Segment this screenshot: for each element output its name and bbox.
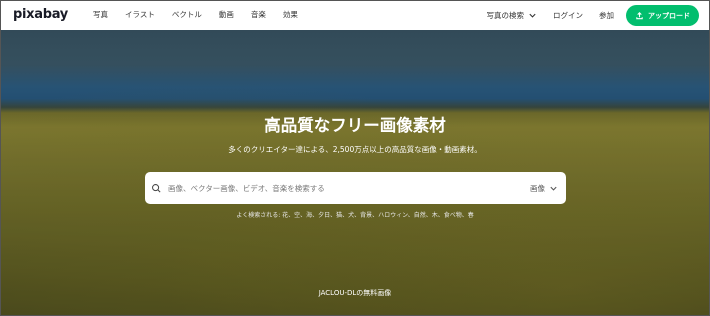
search-icon (152, 183, 161, 193)
login-link[interactable]: ログイン (553, 10, 583, 21)
join-link[interactable]: 参加 (599, 10, 614, 21)
search-bar: 画像 (145, 172, 566, 204)
hero-banner: 高品質なフリー画像素材 多くのクリエイター達による、2,500万点以上の高品質な… (1, 30, 709, 315)
image-credit[interactable]: JACLOU-DLの無料画像 (1, 288, 709, 298)
chevron-down-icon (550, 186, 557, 191)
main-nav: 写真 イラスト ベクトル 動画 音楽 効果 (93, 9, 315, 20)
site-header: pixabay 写真 イラスト ベクトル 動画 音楽 効果 写真の検索 ログイン… (1, 1, 709, 30)
nav-vectors[interactable]: ベクトル (172, 9, 202, 20)
nav-photos[interactable]: 写真 (93, 9, 108, 20)
media-type-label: 画像 (530, 183, 545, 193)
upload-icon (636, 12, 643, 20)
media-type-select[interactable]: 画像 (530, 183, 558, 194)
hero-subtitle: 多くのクリエイター達による、2,500万点以上の高品質な画像・動画素材。 (228, 145, 482, 154)
nav-sound-effects[interactable]: 効果 (283, 9, 298, 20)
hero-title: 高品質なフリー画像素材 (264, 116, 446, 135)
upload-label: アップロード (648, 11, 690, 20)
browser-frame: pixabay 写真 イラスト ベクトル 動画 音楽 効果 写真の検索 ログイン… (0, 0, 710, 316)
nav-videos[interactable]: 動画 (219, 9, 234, 20)
upload-button[interactable]: アップロード (626, 5, 699, 26)
explore-label: 写真の検索 (486, 11, 525, 20)
explore-dropdown[interactable]: 写真の検索 (487, 10, 538, 21)
pixabay-logo[interactable]: pixabay (13, 7, 68, 22)
nav-illustrations[interactable]: イラスト (125, 9, 155, 20)
search-input[interactable] (168, 183, 530, 193)
header-actions: 写真の検索 ログイン 参加 アップロード (487, 5, 699, 26)
chevron-down-icon (529, 13, 536, 18)
popular-tags[interactable]: よく検索される: 花、空、海、夕日、猫、犬、背景、ハロウィン、自然、木、食べ物、… (1, 210, 709, 219)
nav-music[interactable]: 音楽 (251, 9, 266, 20)
